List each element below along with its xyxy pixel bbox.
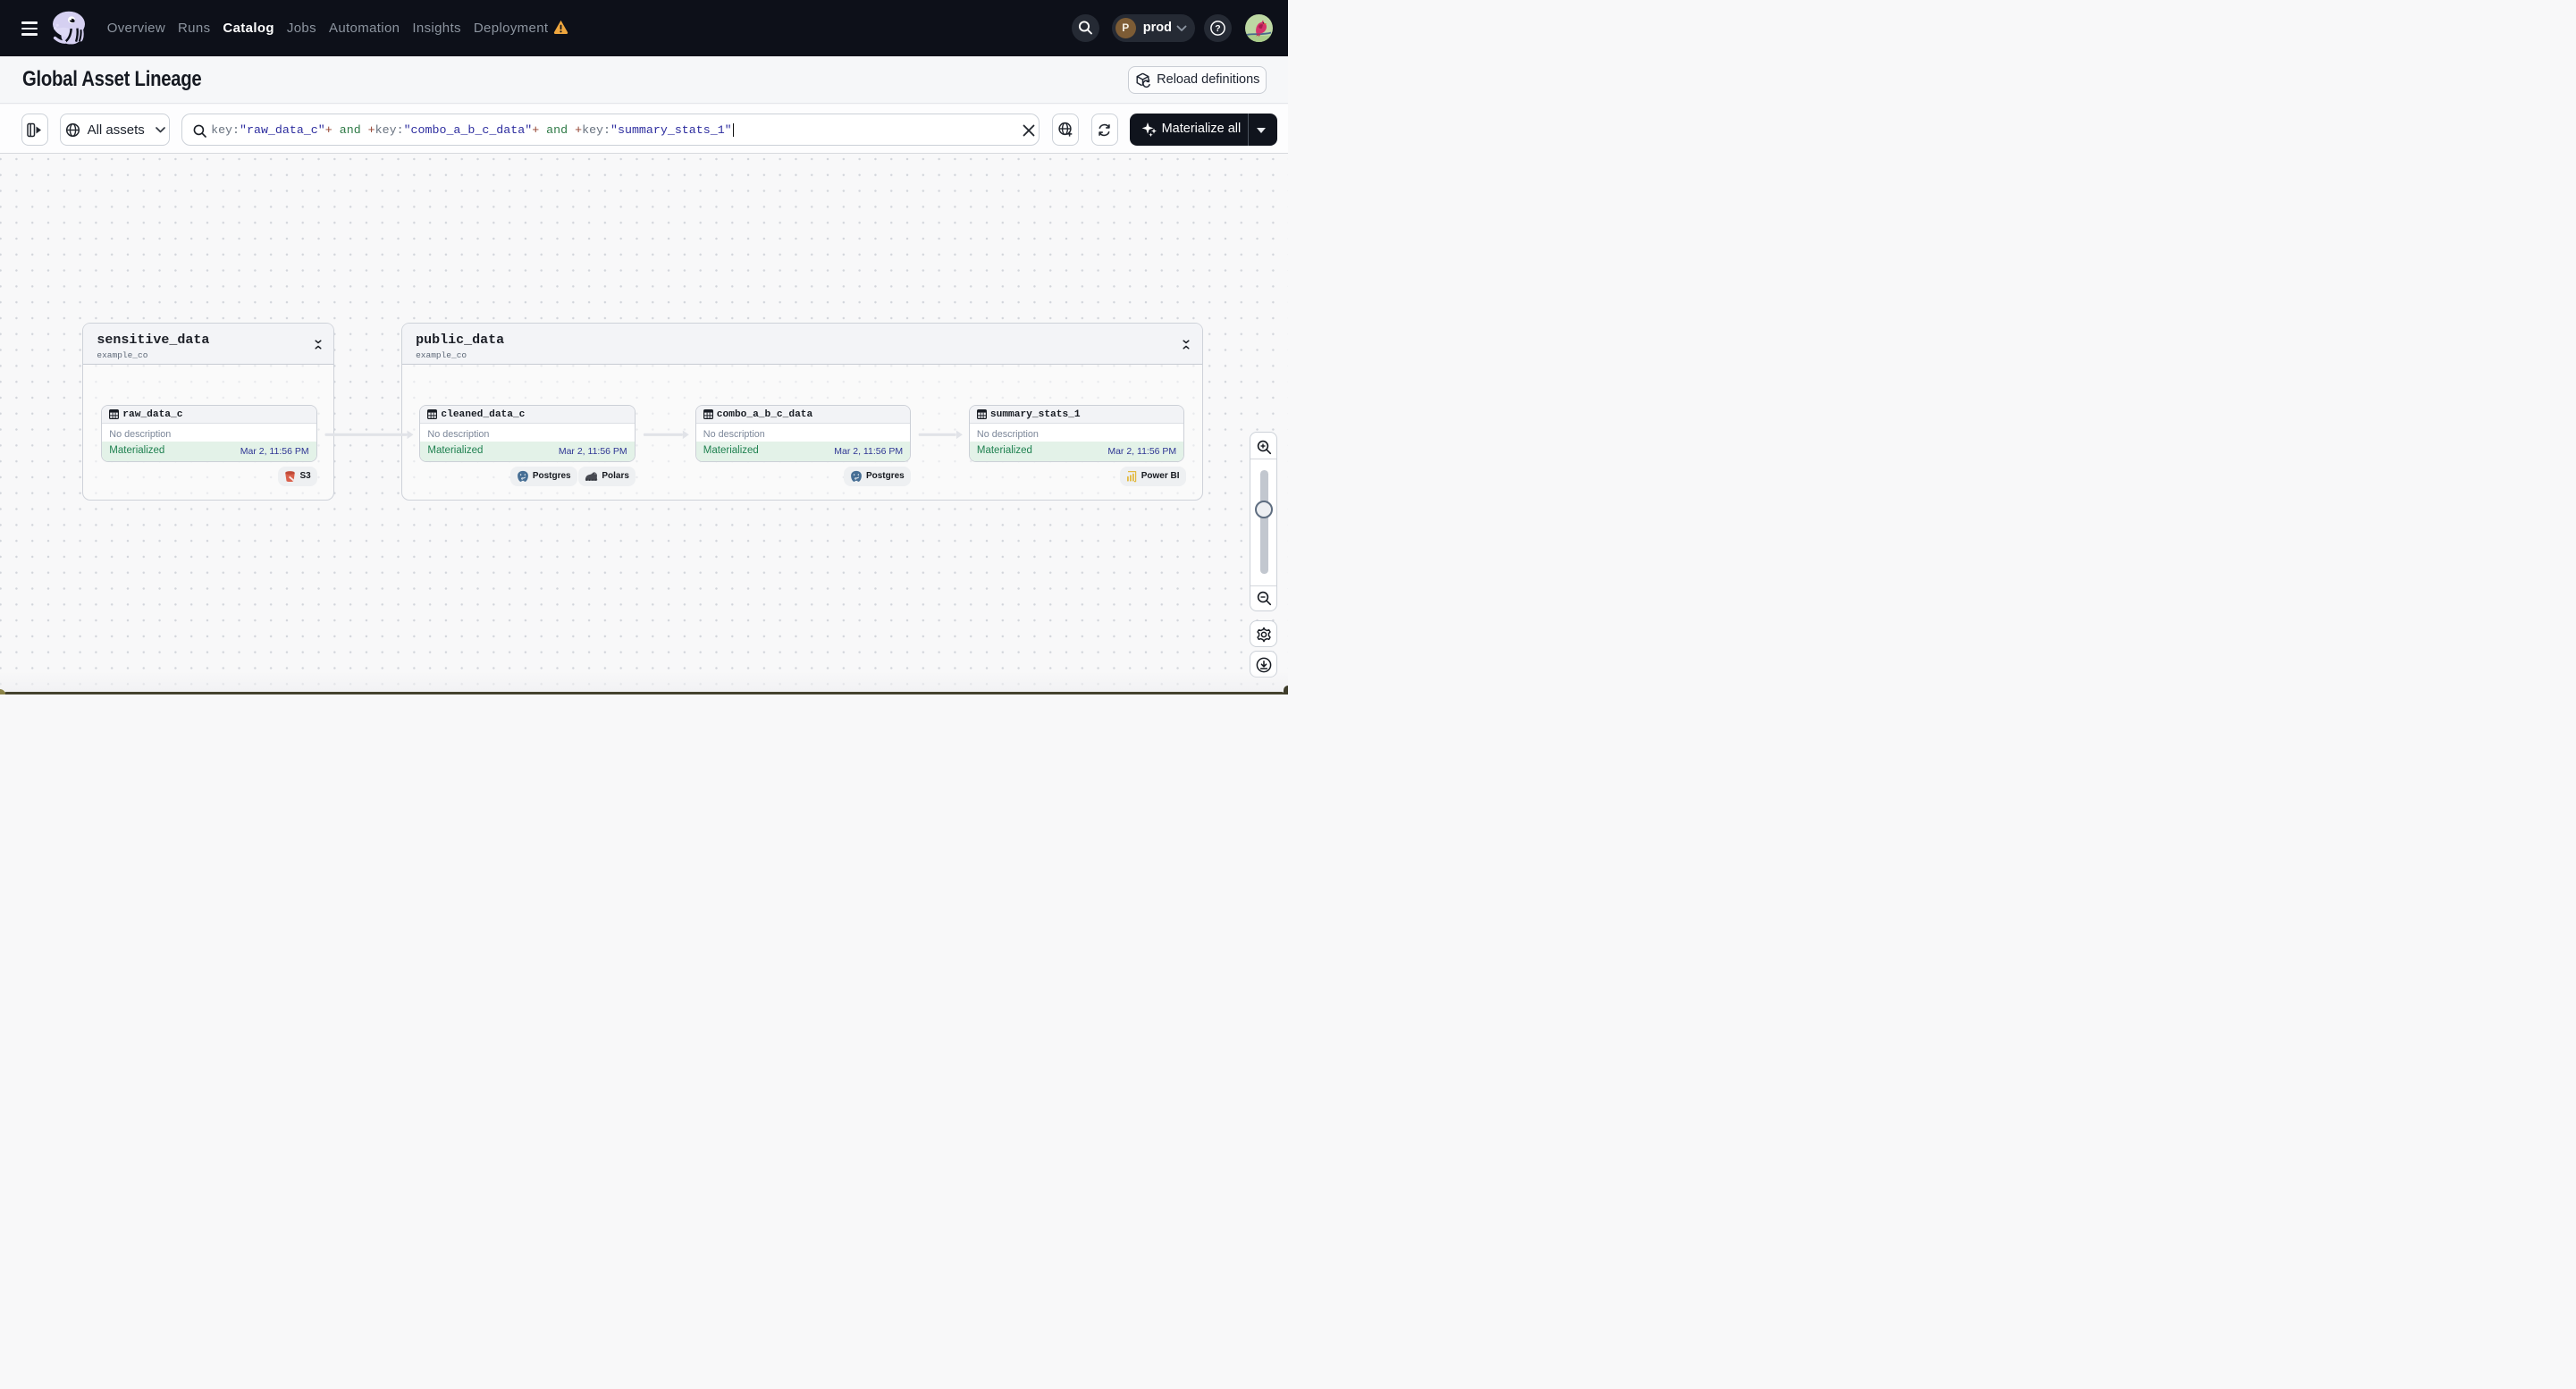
svg-text:?: ? [1215, 23, 1220, 34]
